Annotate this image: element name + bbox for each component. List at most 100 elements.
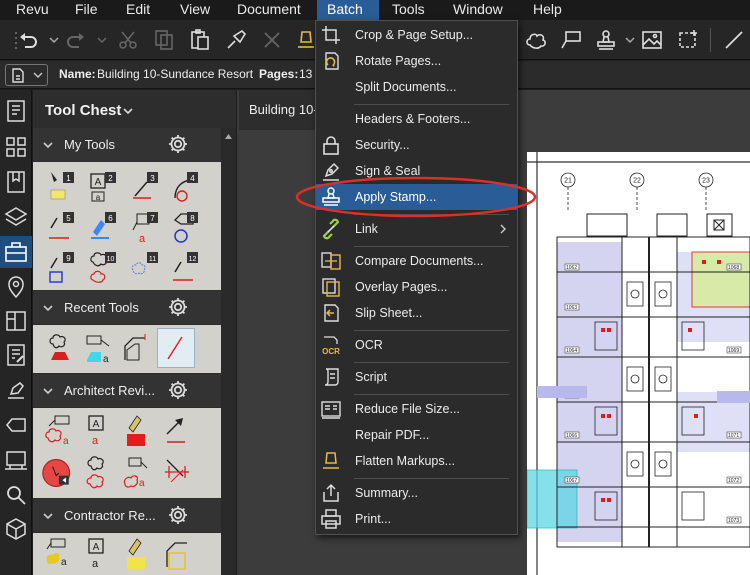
places-icon[interactable] bbox=[3, 274, 29, 300]
tool-arch-text[interactable]: Aa bbox=[83, 412, 117, 450]
tool-arch-cloud-callout[interactable]: a bbox=[43, 412, 77, 450]
studio-icon[interactable] bbox=[3, 308, 29, 334]
menu-item-reduce-file-size[interactable]: Reduce File Size... bbox=[316, 396, 517, 422]
chevron-down-icon[interactable] bbox=[42, 385, 54, 397]
menu-window[interactable]: Window bbox=[451, 0, 509, 20]
3d-model-icon[interactable] bbox=[3, 516, 29, 542]
menu-item-ocr[interactable]: OCR OCR bbox=[316, 332, 517, 358]
cloud-tool-icon[interactable] bbox=[524, 28, 548, 52]
format-painter-icon[interactable] bbox=[224, 28, 248, 52]
menu-item-link[interactable]: Link bbox=[316, 216, 517, 242]
gear-icon[interactable] bbox=[167, 296, 189, 318]
menu-view[interactable]: View bbox=[178, 0, 216, 20]
chevron-down-icon[interactable] bbox=[42, 139, 54, 151]
tool-arch-highlight[interactable] bbox=[121, 412, 155, 450]
menu-item-repair-pdf[interactable]: Repair PDF... bbox=[316, 422, 517, 448]
tool-chest-tab-icon[interactable] bbox=[0, 236, 32, 268]
search-icon[interactable] bbox=[3, 482, 29, 508]
menu-document[interactable]: Document bbox=[235, 0, 305, 20]
tool-recent-line-selected[interactable] bbox=[157, 328, 195, 368]
tool-chest-title[interactable]: Tool Chest bbox=[45, 102, 121, 119]
bookmarks-icon[interactable] bbox=[3, 169, 29, 195]
copy-icon[interactable] bbox=[152, 28, 176, 52]
tag-icon[interactable] bbox=[3, 412, 29, 438]
signatures-icon[interactable] bbox=[3, 377, 29, 403]
menu-item-crop-page-setup[interactable]: Crop & Page Setup... bbox=[316, 22, 517, 48]
redo-icon[interactable] bbox=[64, 28, 88, 52]
chevron-down-icon[interactable] bbox=[42, 302, 54, 314]
layers-icon[interactable] bbox=[3, 204, 29, 230]
delete-icon[interactable] bbox=[260, 28, 284, 52]
tool-arch-circle-stamp[interactable] bbox=[41, 454, 79, 492]
callout-tool-icon[interactable] bbox=[559, 28, 583, 52]
tool-text-box[interactable]: Aa 2 bbox=[87, 168, 121, 206]
tool-contractor-highlight[interactable] bbox=[121, 537, 155, 575]
menu-edit[interactable]: Edit bbox=[124, 0, 156, 20]
menu-tools[interactable]: Tools bbox=[390, 0, 432, 20]
menu-item-security[interactable]: Security... bbox=[316, 132, 517, 158]
section-recent-tools-header[interactable]: Recent Tools bbox=[33, 291, 221, 324]
undo-dropdown-icon[interactable] bbox=[42, 28, 59, 52]
menu-item-summary[interactable]: Summary... bbox=[316, 480, 517, 506]
stamp-toolbar-icon[interactable] bbox=[594, 28, 618, 52]
tool-cloud-blue[interactable]: 11 bbox=[129, 248, 163, 286]
menu-file[interactable]: File bbox=[72, 0, 102, 20]
section-architect-review-header[interactable]: Architect Revi... bbox=[33, 374, 221, 407]
document-menu-button[interactable] bbox=[5, 64, 48, 86]
tool-contractor-text[interactable]: Aa bbox=[83, 537, 117, 575]
menu-item-rotate-pages[interactable]: Rotate Pages... bbox=[316, 48, 517, 74]
stamp-dropdown-icon[interactable] bbox=[618, 28, 635, 52]
tool-highlighter[interactable]: 6 bbox=[87, 208, 121, 246]
menu-item-script[interactable]: Script bbox=[316, 364, 517, 390]
tool-contractor-polygon[interactable] bbox=[161, 537, 195, 575]
tool-arrow-line[interactable]: 3 bbox=[129, 168, 163, 206]
tool-arch-cloud-red[interactable] bbox=[83, 454, 117, 492]
gear-icon[interactable] bbox=[167, 504, 189, 526]
thumbnails-icon[interactable] bbox=[3, 98, 29, 124]
menu-item-split-documents[interactable]: Split Documents... bbox=[316, 74, 517, 100]
tool-chest-scrollbar[interactable] bbox=[221, 128, 236, 575]
undo-icon[interactable] bbox=[16, 28, 40, 52]
tool-recent-polygon[interactable] bbox=[119, 330, 153, 368]
tool-circle-blue[interactable]: 8 bbox=[169, 208, 203, 246]
tool-arch-callout-red[interactable]: a bbox=[121, 454, 155, 492]
image-tool-icon[interactable] bbox=[640, 28, 664, 52]
menu-item-flatten-markups[interactable]: Flatten Markups... bbox=[316, 448, 517, 474]
menu-item-headers-footers[interactable]: Headers & Footers... bbox=[316, 106, 517, 132]
gear-icon[interactable] bbox=[167, 379, 189, 401]
scroll-up-icon[interactable] bbox=[224, 132, 233, 141]
tool-cloud-red[interactable]: 10 bbox=[87, 248, 121, 286]
section-my-tools-header[interactable]: My Tools bbox=[33, 128, 221, 161]
line-tool-icon[interactable] bbox=[722, 28, 746, 52]
section-contractor-review-header[interactable]: Contractor Re... bbox=[33, 499, 221, 532]
tool-callout-red[interactable]: a7 bbox=[129, 208, 163, 246]
cut-icon[interactable] bbox=[116, 28, 140, 52]
menu-item-compare-documents[interactable]: Compare Documents... bbox=[316, 248, 517, 274]
tool-recent-callout[interactable]: a bbox=[81, 330, 115, 368]
paste-icon[interactable] bbox=[188, 28, 212, 52]
chevron-down-icon[interactable] bbox=[42, 510, 54, 522]
tool-arc[interactable]: 4 bbox=[169, 168, 203, 206]
menu-help[interactable]: Help bbox=[531, 0, 565, 20]
gear-icon[interactable] bbox=[167, 133, 189, 155]
grid-pages-icon[interactable] bbox=[3, 134, 29, 160]
markups-list-icon[interactable] bbox=[3, 342, 29, 368]
tool-line-red-2[interactable]: 12 bbox=[169, 248, 203, 286]
tool-rectangle-blue[interactable]: 9 bbox=[45, 248, 79, 286]
menu-revu[interactable]: Revu bbox=[12, 0, 50, 20]
menu-batch[interactable]: Batch bbox=[317, 0, 379, 20]
tool-note-yellow[interactable]: 1 bbox=[45, 168, 79, 206]
tool-recent-cloud[interactable] bbox=[45, 330, 79, 368]
snapshot-icon[interactable] bbox=[676, 28, 700, 52]
tool-line-red[interactable]: 5 bbox=[45, 208, 79, 246]
menu-item-print[interactable]: Print... bbox=[316, 506, 517, 532]
redo-dropdown-icon[interactable] bbox=[90, 28, 107, 52]
measurements-icon[interactable] bbox=[3, 447, 29, 473]
drawing-sheet[interactable]: 21 22 23 1062 1063 1064 1066 1067 1068 1… bbox=[527, 152, 750, 575]
menu-item-slip-sheet[interactable]: Slip Sheet... bbox=[316, 300, 517, 326]
menu-item-overlay-pages[interactable]: Overlay Pages... bbox=[316, 274, 517, 300]
tool-arch-dimension[interactable] bbox=[161, 454, 195, 492]
chevron-down-icon[interactable] bbox=[122, 106, 134, 116]
tool-contractor-cloud[interactable]: a bbox=[43, 537, 77, 575]
tool-arch-arrow[interactable] bbox=[161, 412, 195, 450]
